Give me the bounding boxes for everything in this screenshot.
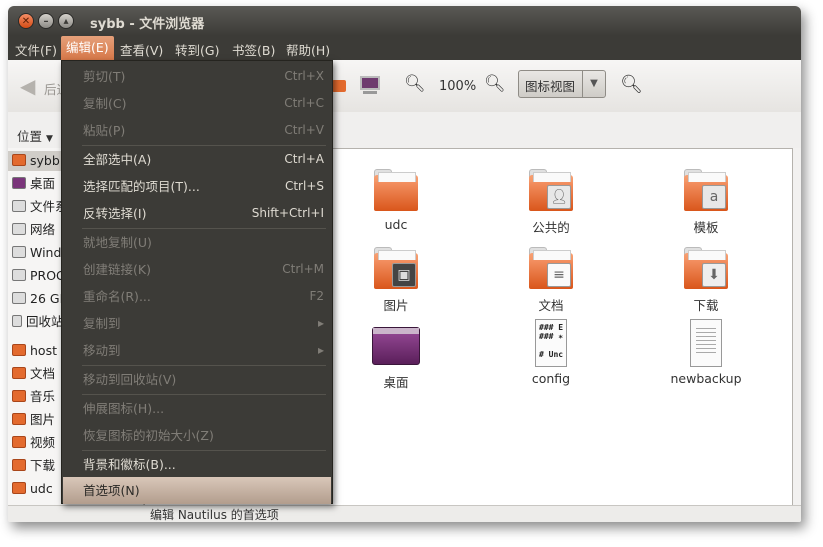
file-item[interactable]: ≡ 文档 [496, 247, 606, 314]
home-icon[interactable] [330, 74, 350, 96]
drive-icon [12, 269, 26, 281]
sidebar-item-26gb[interactable]: 26 GB [12, 289, 68, 309]
file-item[interactable]: udc [341, 169, 451, 232]
sidebar-item-pictures[interactable]: 图片 [12, 410, 55, 430]
menu-item-paste[interactable]: 粘贴(P) Ctrl+V [62, 117, 332, 144]
dropdown-arrow-icon: ▼ [582, 71, 605, 97]
minimize-window-button[interactable]: – [38, 13, 54, 29]
menu-item-make-link[interactable]: 创建链接(K) Ctrl+M [62, 256, 332, 283]
menu-item-preferences[interactable]: 首选项(N) [63, 477, 331, 504]
file-item[interactable]: a 模板 [651, 169, 761, 236]
folder-icon [12, 482, 26, 494]
menu-item-select-all[interactable]: 全部选中(A) Ctrl+A [62, 146, 332, 173]
text-file-icon: ### E ### ∗ # Unc [527, 319, 575, 367]
menu-edit[interactable]: 编辑(E) [61, 36, 114, 60]
trash-icon [12, 315, 22, 327]
folder-icon [372, 169, 420, 213]
sidebar-item-network[interactable]: 网络 [12, 220, 55, 240]
drive-icon [12, 292, 26, 304]
sidebar-item-trash[interactable]: 回收站 [12, 312, 64, 332]
window-title: sybb - 文件浏览器 [90, 17, 205, 32]
file-item[interactable]: newbackup [651, 319, 761, 386]
folder-videos-icon [12, 436, 26, 448]
folder-download-icon: ⬇ [682, 247, 730, 291]
submenu-arrow-icon: ▸ [317, 343, 324, 357]
sidebar-item-desktop[interactable]: 桌面 [12, 174, 55, 194]
folder-icon [12, 344, 26, 356]
location-label: 位置 [17, 129, 43, 144]
back-arrow-icon: ◀ [20, 74, 36, 98]
status-bar: 编辑 Nautilus 的首选项 [8, 505, 801, 522]
menu-item-copy-to[interactable]: 复制到 ▸ [62, 310, 332, 337]
sidebar-item-downloads[interactable]: 下载 [12, 456, 55, 476]
status-text: 编辑 Nautilus 的首选项 [150, 508, 279, 522]
folder-download-icon [12, 459, 26, 471]
folder-public-icon: 👤︎ [527, 169, 575, 213]
drive-icon [12, 200, 26, 212]
sidebar-item-videos[interactable]: 视频 [12, 433, 55, 453]
menu-bookmarks[interactable]: 书签(B) [230, 40, 277, 59]
menu-view[interactable]: 查看(V) [118, 40, 165, 59]
sidebar-item-udc[interactable]: udc [12, 479, 53, 499]
view-mode-select[interactable]: 图标视图 ▼ [518, 70, 606, 98]
maximize-window-button[interactable]: ▴ [58, 13, 74, 29]
menu-item-cut[interactable]: 剪切(T) Ctrl+X [62, 63, 332, 90]
sidebar-item-documents[interactable]: 文档 [12, 364, 55, 384]
file-item[interactable]: ▣ 图片 [341, 247, 451, 314]
menu-item-invert-selection[interactable]: 反转选择(I) Shift+Ctrl+I [62, 200, 332, 227]
location-toggle[interactable]: 位置 ▼ [17, 126, 53, 145]
sidebar-item-music[interactable]: 音乐 [12, 387, 55, 407]
menu-file[interactable]: 文件(F) [13, 40, 59, 59]
folder-pictures-icon [12, 413, 26, 425]
menu-item-move-to[interactable]: 移动到 ▸ [62, 337, 332, 364]
folder-documents-icon [12, 367, 26, 379]
file-item[interactable]: ⬇ 下载 [651, 247, 761, 314]
computer-icon[interactable] [358, 74, 382, 96]
desktop-icon [372, 324, 420, 368]
file-item[interactable]: 桌面 [341, 324, 451, 391]
close-window-button[interactable]: ✕ [18, 13, 34, 29]
menu-bar: 文件(F) 编辑(E) 查看(V) 转到(G) 书签(B) 帮助(H) [8, 36, 801, 60]
network-icon [12, 223, 26, 235]
menu-item-select-pattern[interactable]: 选择匹配的项目(T)... Ctrl+S [62, 173, 332, 200]
title-bar: ✕ – ▴ sybb - 文件浏览器 [8, 6, 801, 36]
menu-item-rename[interactable]: 重命名(R)... F2 [62, 283, 332, 310]
zoom-in-icon[interactable]: 🔍︎ [484, 74, 506, 96]
folder-pictures-icon: ▣ [372, 247, 420, 291]
menu-item-copy[interactable]: 复制(C) Ctrl+C [62, 90, 332, 117]
menu-item-move-to-trash[interactable]: 移动到回收站(V) [62, 366, 332, 393]
desktop-icon [12, 177, 26, 189]
submenu-arrow-icon: ▸ [317, 316, 324, 330]
zoom-out-icon[interactable]: 🔍︎ [404, 74, 426, 96]
search-icon[interactable]: 🔍︎ [620, 74, 644, 98]
edit-menu: 剪切(T) Ctrl+X 复制(C) Ctrl+C 粘贴(P) Ctrl+V 全部选中… [61, 60, 333, 504]
menu-item-restore-icon-size[interactable]: 恢复图标的初始大小(Z) [62, 422, 332, 449]
menu-item-stretch-icon[interactable]: 伸展图标(H)... [62, 395, 332, 422]
drive-icon [12, 246, 26, 258]
text-file-icon [682, 319, 730, 367]
home-folder-icon [12, 154, 26, 166]
folder-templates-icon: a [682, 169, 730, 213]
menu-go[interactable]: 转到(G) [173, 40, 221, 59]
view-mode-label: 图标视图 [525, 79, 576, 94]
folder-documents-icon: ≡ [527, 247, 575, 291]
sidebar-item-host[interactable]: host [12, 341, 57, 361]
menu-item-backgrounds-emblems[interactable]: 背景和徽标(B)... [62, 451, 332, 478]
zoom-level: 100% [439, 79, 477, 94]
file-item[interactable]: ### E ### ∗ # Unc config [496, 319, 606, 386]
folder-music-icon [12, 390, 26, 402]
file-item[interactable]: 👤︎ 公共的 [496, 169, 606, 236]
chevron-down-icon: ▼ [46, 134, 53, 144]
sidebar-item-prog[interactable]: PROG [12, 266, 66, 286]
menu-help[interactable]: 帮助(H) [284, 40, 332, 59]
menu-item-duplicate[interactable]: 就地复制(U) [62, 229, 332, 256]
